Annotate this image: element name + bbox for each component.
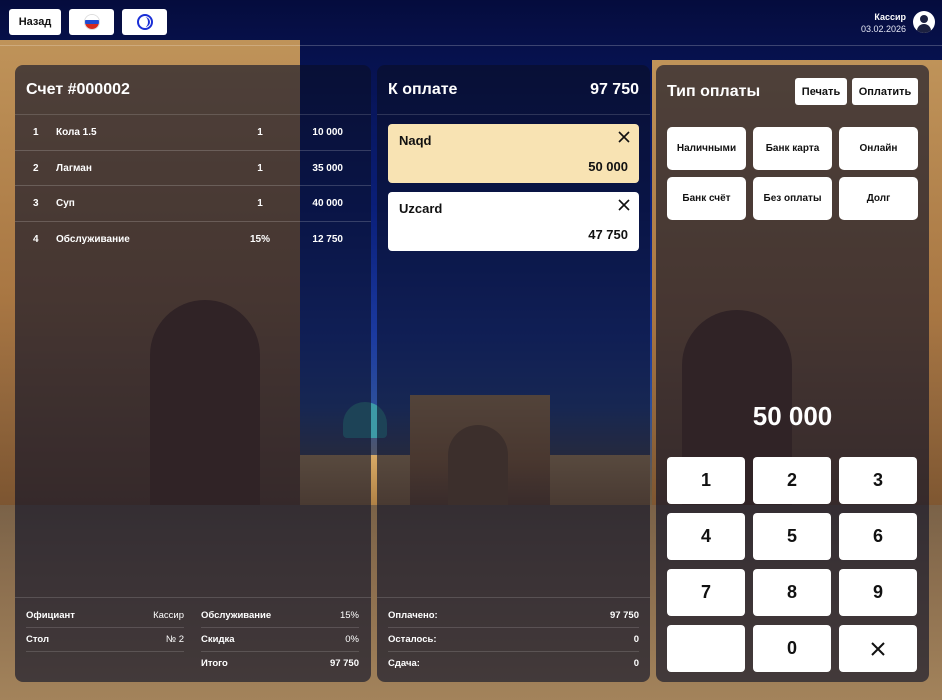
table-row[interactable]: 1 Кола 1.5 1 10 000 — [15, 115, 371, 151]
total-value: 97 750 — [329, 658, 359, 669]
bill-header: Счет #000002 — [15, 65, 371, 115]
waiter-row: Официант Кассир — [26, 604, 184, 628]
bill-summary: Официант Кассир Стол № 2 Обслуживание 15… — [15, 597, 371, 682]
numeric-keypad: 1 2 3 4 5 6 7 8 9 0 — [667, 457, 918, 672]
table-row[interactable]: 3 Суп 1 40 000 — [15, 186, 371, 222]
keypad-key-0[interactable]: 0 — [753, 625, 831, 672]
table-label: Стол — [26, 634, 49, 645]
payment-type-debt[interactable]: Долг — [839, 177, 918, 220]
payment-title: К оплате — [388, 81, 458, 98]
keypad-key-1[interactable]: 1 — [667, 457, 745, 504]
close-icon[interactable] — [617, 198, 631, 212]
item-number: 1 — [33, 127, 39, 138]
waiter-value: Кассир — [153, 610, 184, 621]
total-row: Итого 97 750 — [201, 652, 359, 676]
keypad-key-4[interactable]: 4 — [667, 513, 745, 560]
keypad-key-9[interactable]: 9 — [839, 569, 917, 616]
paid-row: Оплачено: 97 750 — [388, 604, 639, 628]
discount-value: 0% — [345, 634, 359, 645]
item-name: Суп — [56, 198, 75, 209]
user-avatar-icon[interactable] — [913, 11, 935, 33]
table-value: № 2 — [165, 634, 184, 645]
remaining-value: 0 — [633, 634, 639, 645]
payment-entry-amount: 50 000 — [588, 159, 628, 174]
russia-flag-icon — [83, 14, 100, 30]
change-value: 0 — [633, 658, 639, 669]
user-role: Кассир — [874, 12, 906, 22]
discount-label: Скидка — [201, 634, 235, 645]
table-row[interactable]: 4 Обслуживание 15% 12 750 — [15, 222, 371, 258]
close-icon — [871, 641, 885, 656]
item-name: Лагман — [56, 162, 92, 174]
service-label: Обслуживание — [201, 610, 272, 621]
keypad-clear-button[interactable] — [839, 625, 917, 672]
item-sum: 10 000 — [312, 127, 343, 138]
payment-total: 97 750 — [590, 81, 639, 98]
item-qty: 15% — [249, 233, 270, 245]
payment-entry[interactable]: Uzcard 47 750 — [388, 192, 639, 251]
payment-header: К оплате 97 750 — [377, 65, 650, 115]
payment-type-bank-account[interactable]: Банк счёт — [667, 177, 746, 220]
pay-button[interactable]: Оплатить — [852, 78, 918, 105]
payment-type-grid: Наличными Банк карта Онлайн Банк счёт Бе… — [667, 127, 918, 220]
item-qty: 1 — [257, 198, 263, 209]
item-name: Обслуживание — [56, 233, 130, 245]
item-sum: 40 000 — [312, 198, 343, 209]
theme-toggle-button[interactable] — [122, 9, 167, 35]
user-info: Кассир 03.02.2026 — [861, 11, 906, 35]
item-number: 2 — [33, 162, 39, 174]
language-button[interactable] — [69, 9, 114, 35]
print-button[interactable]: Печать — [795, 78, 847, 105]
payment-type-online[interactable]: Онлайн — [839, 127, 918, 170]
paid-label: Оплачено: — [388, 610, 438, 621]
bill-panel: Счет #000002 1 Кола 1.5 1 10 000 2 Лагма… — [15, 65, 371, 682]
keypad-key-blank[interactable] — [667, 625, 745, 672]
payment-summary: Оплачено: 97 750 Осталось: 0 Сдача: 0 — [377, 597, 650, 682]
payment-panel: К оплате 97 750 Naqd 50 000 Uzcard 47 75… — [377, 65, 650, 682]
payment-type-title: Тип оплаты — [667, 83, 761, 100]
item-sum: 12 750 — [312, 233, 343, 245]
keypad-key-3[interactable]: 3 — [839, 457, 917, 504]
discount-row: Скидка 0% — [201, 628, 359, 652]
remaining-label: Осталось: — [388, 634, 437, 645]
payment-entry-name: Uzcard — [399, 201, 443, 216]
remaining-row: Осталось: 0 — [388, 628, 639, 652]
keypad-key-5[interactable]: 5 — [753, 513, 831, 560]
keypad-key-2[interactable]: 2 — [753, 457, 831, 504]
payment-entry-amount: 47 750 — [588, 227, 628, 242]
amount-display: 50 000 — [752, 401, 833, 431]
keypad-key-8[interactable]: 8 — [753, 569, 831, 616]
payment-entry-name: Naqd — [399, 133, 432, 148]
item-name: Кола 1.5 — [56, 127, 97, 138]
payment-type-cash[interactable]: Наличными — [667, 127, 746, 170]
top-bar: Назад Кассир 03.02.2026 — [0, 0, 942, 46]
table-row[interactable]: 2 Лагман 1 35 000 — [15, 151, 371, 186]
keypad-key-7[interactable]: 7 — [667, 569, 745, 616]
close-icon[interactable] — [617, 130, 631, 144]
service-row: Обслуживание 15% — [201, 604, 359, 628]
paid-value: 97 750 — [609, 610, 639, 621]
service-value: 15% — [339, 610, 359, 621]
total-label: Итого — [201, 658, 228, 669]
table-number-row: Стол № 2 — [26, 628, 184, 652]
keypad-key-6[interactable]: 6 — [839, 513, 917, 560]
payment-type-panel: Тип оплаты Печать Оплатить Наличными Бан… — [656, 65, 929, 682]
back-button[interactable]: Назад — [9, 9, 61, 35]
item-qty: 1 — [257, 162, 263, 174]
payment-entry[interactable]: Naqd 50 000 — [388, 124, 639, 183]
change-label: Сдача: — [388, 658, 420, 669]
bill-items-table: 1 Кола 1.5 1 10 000 2 Лагман 1 35 000 3 … — [15, 115, 371, 257]
waiter-label: Официант — [26, 610, 75, 621]
theme-toggle-icon — [136, 14, 153, 30]
item-qty: 1 — [257, 127, 263, 138]
payment-type-no-payment[interactable]: Без оплаты — [753, 177, 832, 220]
payment-type-bank-card[interactable]: Банк карта — [753, 127, 832, 170]
item-number: 3 — [33, 198, 39, 209]
current-date: 03.02.2026 — [860, 24, 906, 34]
item-number: 4 — [33, 233, 39, 245]
item-sum: 35 000 — [312, 162, 343, 174]
bill-title: Счет #000002 — [26, 81, 130, 98]
change-row: Сдача: 0 — [388, 652, 639, 676]
